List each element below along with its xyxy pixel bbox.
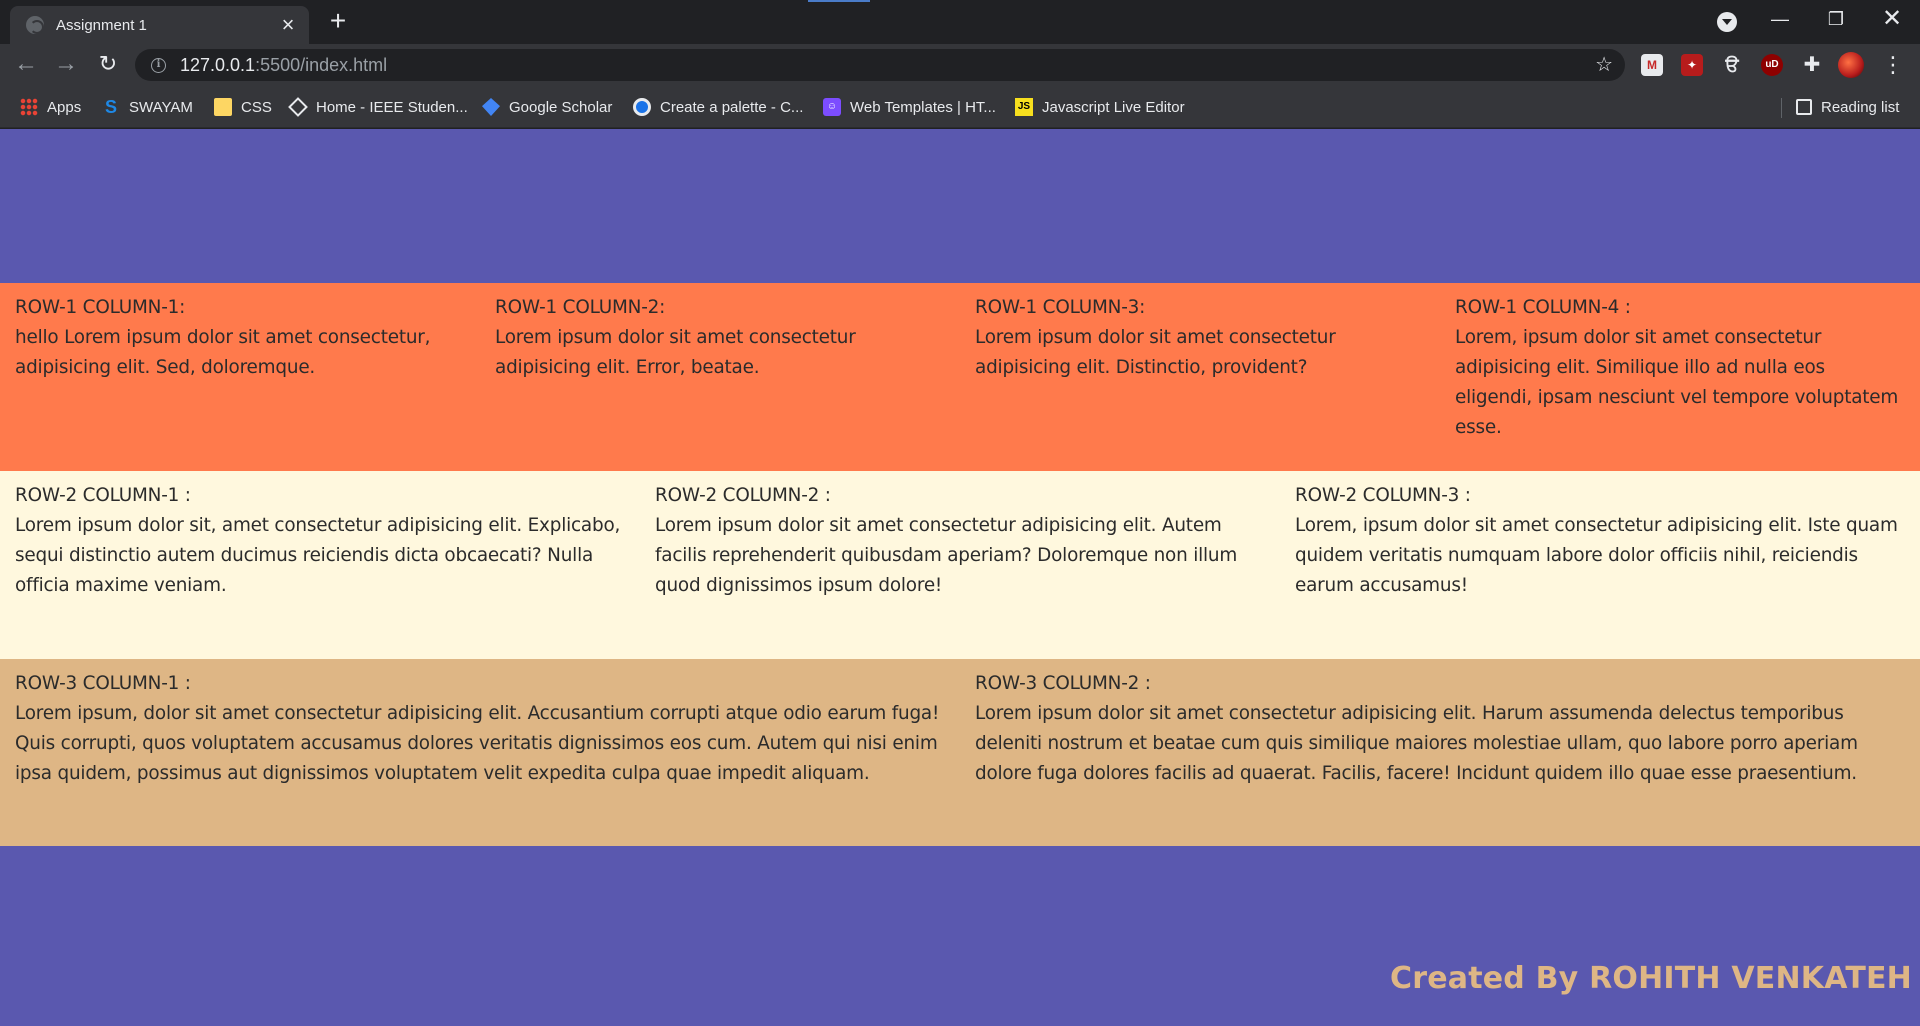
forward-arrow-icon[interactable]: → xyxy=(52,51,80,79)
column-text: Lorem ipsum dolor sit amet consectetur a… xyxy=(495,327,856,378)
column-text: Lorem ipsum dolor sit, amet consectetur … xyxy=(15,515,621,596)
tab-drag-indicator xyxy=(808,0,870,2)
close-window-button[interactable]: ✕ xyxy=(1864,0,1920,40)
new-tab-button[interactable]: + xyxy=(326,7,350,35)
back-arrow-icon[interactable]: ← xyxy=(12,51,40,79)
bookmark-label: Javascript Live Editor xyxy=(1042,98,1185,116)
bookmark-create-palette[interactable]: Create a palette - C... xyxy=(633,96,803,118)
maximize-button[interactable]: ❐ xyxy=(1808,0,1864,40)
column-text: Lorem, ipsum dolor sit amet consectetur … xyxy=(1295,515,1898,596)
row-1-column-3: ROW-1 COLUMN-3: Lorem ipsum dolor sit am… xyxy=(960,283,1440,471)
column-heading: ROW-2 COLUMN-3 : xyxy=(1295,485,1471,506)
column-text: Lorem ipsum, dolor sit amet consectetur … xyxy=(15,703,940,784)
row-2-column-1: ROW-2 COLUMN-1 : Lorem ipsum dolor sit, … xyxy=(0,471,640,659)
ieee-icon xyxy=(288,97,308,117)
column-heading: ROW-2 COLUMN-2 : xyxy=(655,485,831,506)
row-2-column-2: ROW-2 COLUMN-2 : Lorem ipsum dolor sit a… xyxy=(640,471,1280,659)
profile-avatar[interactable] xyxy=(1838,52,1864,78)
row-1: ROW-1 COLUMN-1: hello Lorem ipsum dolor … xyxy=(0,283,1920,471)
row-3: ROW-3 COLUMN-1 : Lorem ipsum, dolor sit … xyxy=(0,659,1920,846)
folder-icon xyxy=(214,98,232,116)
column-heading: ROW-1 COLUMN-4 : xyxy=(1455,297,1631,318)
bookmark-google-scholar[interactable]: Google Scholar xyxy=(482,96,612,118)
ext-icon[interactable]: ੳ xyxy=(1721,54,1743,76)
column-text: Lorem ipsum dolor sit amet consectetur a… xyxy=(975,703,1858,784)
bookmark-web-templates[interactable]: ☺ Web Templates | HT... xyxy=(823,96,996,118)
url-path: :5500/index.html xyxy=(255,54,388,75)
mcafee-icon[interactable]: M xyxy=(1641,54,1663,76)
ublock-icon[interactable]: uD xyxy=(1761,54,1783,76)
search-tabs-icon[interactable] xyxy=(1717,12,1737,32)
page-content: ROW-1 COLUMN-1: hello Lorem ipsum dolor … xyxy=(0,129,1920,1026)
bookmark-label: Apps xyxy=(47,98,82,116)
bookmark-javascript-editor[interactable]: JS Javascript Live Editor xyxy=(1015,96,1185,118)
bookmark-label: CSS xyxy=(241,98,272,116)
column-heading: ROW-2 COLUMN-1 : xyxy=(15,485,191,506)
column-text: Lorem, ipsum dolor sit amet consectetur … xyxy=(1455,327,1899,438)
puzzle-icon[interactable]: ✚ xyxy=(1801,54,1823,76)
bookmark-label: Web Templates | HT... xyxy=(850,98,996,116)
loading-globe-icon xyxy=(26,16,44,34)
palette-icon xyxy=(633,98,651,116)
row-2: ROW-2 COLUMN-1 : Lorem ipsum dolor sit, … xyxy=(0,471,1920,659)
reading-list-button[interactable]: Reading list xyxy=(1796,96,1899,118)
site-info-icon[interactable]: i xyxy=(151,57,166,73)
bookmark-css[interactable]: CSS xyxy=(214,96,272,118)
row-1-column-1: ROW-1 COLUMN-1: hello Lorem ipsum dolor … xyxy=(0,283,480,471)
bookmarks-bar: Apps S SWAYAM CSS Home - IEEE Studen... … xyxy=(0,86,1920,128)
bookmark-label: Create a palette - C... xyxy=(660,98,804,116)
column-text: Lorem ipsum dolor sit amet consectetur a… xyxy=(975,327,1336,378)
swayam-icon: S xyxy=(104,97,117,117)
tab-strip: Assignment 1 × + — ❐ ✕ xyxy=(0,0,1920,44)
minimize-button[interactable]: — xyxy=(1752,0,1808,40)
url-text[interactable]: 127.0.0.1:5500/index.html xyxy=(180,55,387,76)
bookmark-apps[interactable]: Apps xyxy=(20,96,81,118)
column-text: hello Lorem ipsum dolor sit amet consect… xyxy=(15,327,431,378)
column-heading: ROW-1 COLUMN-3: xyxy=(975,297,1146,318)
tab-assignment-1[interactable]: Assignment 1 × xyxy=(10,6,309,44)
templates-icon: ☺ xyxy=(823,98,841,116)
column-heading: ROW-1 COLUMN-2: xyxy=(495,297,666,318)
more-menu-icon[interactable]: ⋮ xyxy=(1882,52,1904,78)
address-bar[interactable]: i 127.0.0.1:5500/index.html ☆ xyxy=(135,49,1625,81)
browser-toolbar: ← → ↻ i 127.0.0.1:5500/index.html ☆ M ✦ … xyxy=(0,44,1920,86)
row-3-column-2: ROW-3 COLUMN-2 : Lorem ipsum dolor sit a… xyxy=(960,659,1920,846)
row-2-column-3: ROW-2 COLUMN-3 : Lorem, ipsum dolor sit … xyxy=(1280,471,1920,659)
bookmark-label: Home - IEEE Studen... xyxy=(316,98,468,116)
row-1-column-2: ROW-1 COLUMN-2: Lorem ipsum dolor sit am… xyxy=(480,283,960,471)
reload-icon[interactable]: ↻ xyxy=(94,51,122,79)
column-heading: ROW-1 COLUMN-1: xyxy=(15,297,186,318)
close-tab-icon[interactable]: × xyxy=(279,14,297,36)
scholar-icon xyxy=(482,98,500,116)
bookmark-star-icon[interactable]: ☆ xyxy=(1595,52,1613,77)
column-heading: ROW-3 COLUMN-1 : xyxy=(15,673,191,694)
bookmark-swayam[interactable]: S SWAYAM xyxy=(102,96,193,118)
reading-list-label: Reading list xyxy=(1821,98,1900,116)
bookmarks-divider xyxy=(1781,98,1782,118)
footer-credit: Created By ROHITH VENKATEH xyxy=(1390,961,1912,996)
bookmark-ieee[interactable]: Home - IEEE Studen... xyxy=(288,96,468,118)
column-text: Lorem ipsum dolor sit amet consectetur a… xyxy=(655,515,1238,596)
column-heading: ROW-3 COLUMN-2 : xyxy=(975,673,1151,694)
apps-grid-icon xyxy=(20,98,38,116)
row-3-column-1: ROW-3 COLUMN-1 : Lorem ipsum, dolor sit … xyxy=(0,659,960,846)
shield-ext-icon[interactable]: ✦ xyxy=(1681,54,1703,76)
url-host: 127.0.0.1 xyxy=(180,54,256,75)
bookmark-label: SWAYAM xyxy=(129,98,193,116)
bookmark-label: Google Scholar xyxy=(509,98,613,116)
row-1-column-4: ROW-1 COLUMN-4 : Lorem, ipsum dolor sit … xyxy=(1440,283,1920,471)
tab-title: Assignment 1 xyxy=(56,16,147,34)
reading-list-icon xyxy=(1796,99,1812,115)
js-icon: JS xyxy=(1015,98,1033,116)
